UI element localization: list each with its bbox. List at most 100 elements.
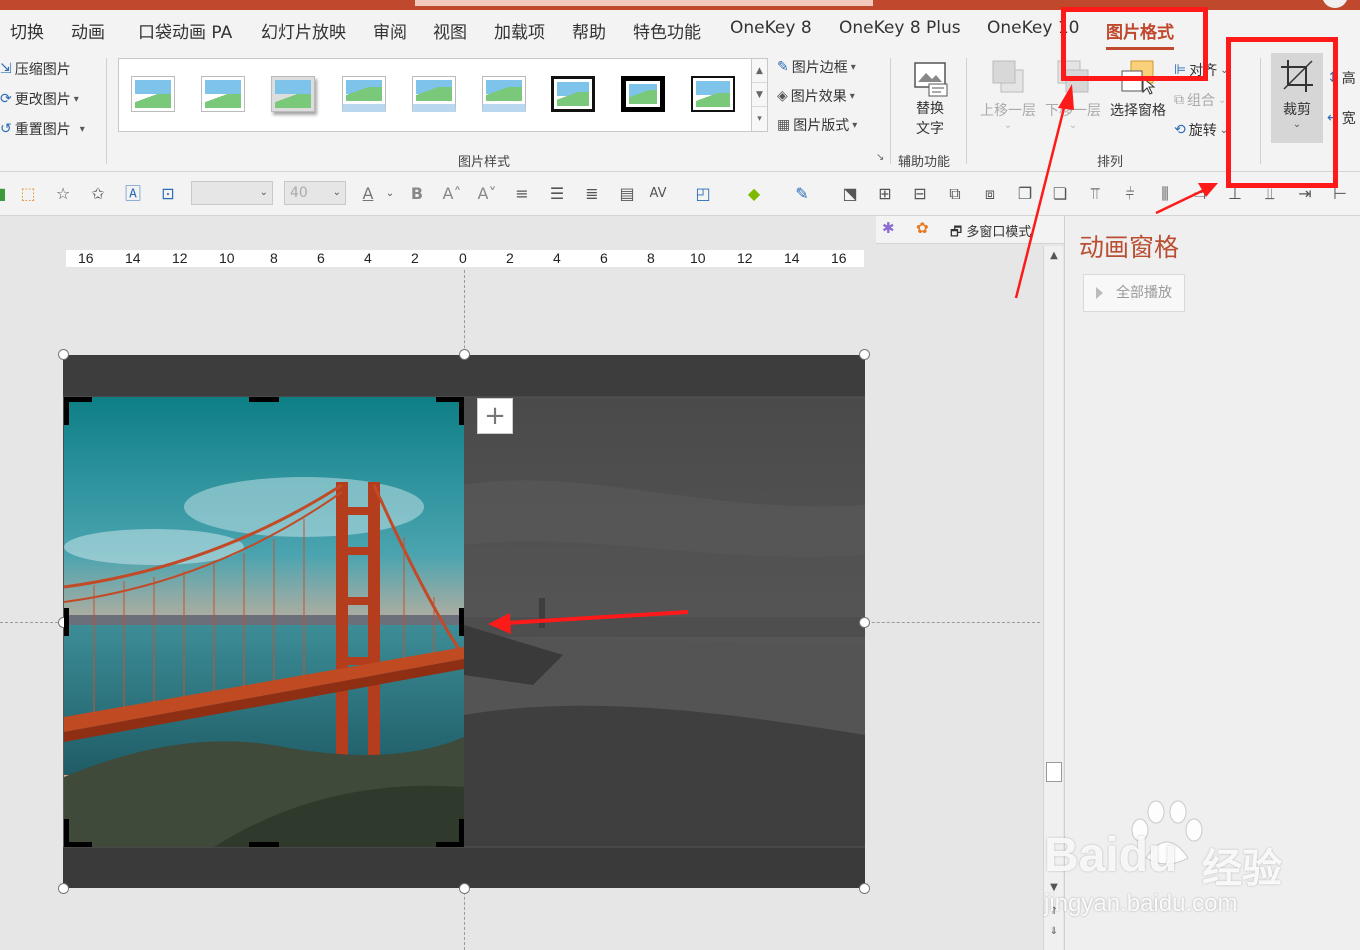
- style-thumb-3[interactable]: [269, 74, 317, 114]
- tab-features[interactable]: 特色功能: [633, 18, 701, 43]
- backward-icon[interactable]: ❏: [1050, 184, 1070, 204]
- crop-handle-bottom-right[interactable]: [459, 819, 464, 847]
- tab-view[interactable]: 视图: [433, 18, 467, 43]
- distribute-h-icon[interactable]: ⫼: [1155, 184, 1175, 204]
- bold-icon[interactable]: B: [407, 184, 427, 204]
- bring-front-icon[interactable]: ⧉: [945, 184, 965, 204]
- align-middle-icon[interactable]: ⫩: [1120, 184, 1140, 204]
- decrease-font-icon[interactable]: A˅: [477, 184, 497, 204]
- distribute-v-icon[interactable]: ⫫: [1260, 184, 1280, 204]
- rotate-button[interactable]: ⟲ 旋转 ⌄: [1174, 120, 1228, 140]
- resize-handle-bottom[interactable]: [459, 883, 470, 894]
- align-top-icon[interactable]: ⫪: [1085, 184, 1105, 204]
- font-color-icon[interactable]: A: [358, 184, 378, 204]
- picture-border-button[interactable]: ✎ 图片边框 ▾: [777, 57, 856, 77]
- alt-text-button[interactable]: 替换 文字: [905, 60, 955, 138]
- crop-handle-bottom-left[interactable]: [64, 819, 69, 847]
- add-layout-icon[interactable]: +: [477, 398, 513, 434]
- chevron-down-icon[interactable]: ⌄: [380, 184, 400, 204]
- star-icon[interactable]: ☆: [53, 184, 73, 204]
- picture-effects-button[interactable]: ◈ 图片效果 ▾: [777, 86, 855, 106]
- crop-handle-top-left[interactable]: [64, 397, 69, 425]
- align-center-icon[interactable]: ≡: [512, 184, 532, 204]
- reset-picture-button[interactable]: ↺ 重置图片 ▾: [0, 119, 85, 139]
- search-box[interactable]: [415, 0, 873, 6]
- justify-icon[interactable]: ☰: [547, 184, 567, 204]
- bring-forward-button[interactable]: 上移一层 ⌄: [976, 58, 1040, 131]
- picture-layout-button[interactable]: ▦ 图片版式 ▾: [777, 115, 857, 135]
- char-spacing-icon[interactable]: AV: [648, 184, 668, 204]
- textbox-fit-icon[interactable]: ⊡: [158, 184, 178, 204]
- resize-handle-top[interactable]: [459, 349, 470, 360]
- multi-window-button[interactable]: 🗗 多窗口模式: [950, 221, 1031, 245]
- tab-help[interactable]: 帮助: [572, 18, 606, 43]
- resize-handle-top-left[interactable]: [58, 349, 69, 360]
- crop-handle-top-right[interactable]: [459, 397, 464, 425]
- font-size-select[interactable]: 40 ⌄: [284, 181, 346, 205]
- resize-handle-bottom-right[interactable]: [859, 883, 870, 894]
- outline-color-icon[interactable]: ✎: [792, 184, 812, 204]
- align-left-icon[interactable]: ≣: [582, 184, 602, 204]
- select-shape-icon[interactable]: ⬚: [18, 184, 38, 204]
- style-thumb-6[interactable]: [480, 74, 528, 114]
- resize-handle-right[interactable]: [859, 617, 870, 628]
- tab-addins[interactable]: 加载项: [494, 18, 545, 43]
- tab-transitions[interactable]: 切换: [10, 18, 44, 43]
- style-thumb-9[interactable]: [689, 74, 737, 114]
- compress-pictures-button[interactable]: ⇲ 压缩图片: [0, 59, 71, 79]
- style-thumb-2[interactable]: [199, 74, 247, 114]
- dialog-launcher-icon[interactable]: ↘: [876, 152, 884, 163]
- crop-handle-top[interactable]: [249, 397, 279, 402]
- star-outline-icon[interactable]: ✩: [88, 184, 108, 204]
- crop-handle-left[interactable]: [64, 608, 69, 636]
- align-left-edge-icon[interactable]: ⊢: [1330, 184, 1350, 204]
- style-thumb-7[interactable]: [549, 74, 597, 114]
- animation-icon[interactable]: ✱: [882, 219, 895, 237]
- ungroup-icon[interactable]: ⊟: [910, 184, 930, 204]
- crop-shape-icon[interactable]: ⬔: [840, 184, 860, 204]
- scroll-down-icon[interactable]: ▼: [752, 83, 767, 107]
- scroll-up-icon[interactable]: ▲: [1044, 250, 1064, 261]
- tab-onekey-10[interactable]: OneKey 10: [987, 18, 1079, 38]
- crop-handle-right[interactable]: [459, 608, 464, 636]
- tab-onekey-8[interactable]: OneKey 8: [730, 18, 812, 38]
- group-objects-button[interactable]: ⧉ 组合 ⌄: [1174, 90, 1226, 110]
- tab-slideshow[interactable]: 幻灯片放映: [261, 18, 346, 43]
- scrollbar-thumb[interactable]: [1046, 762, 1062, 782]
- crop-handle-bottom[interactable]: [249, 842, 279, 847]
- group-shape-icon[interactable]: ⊞: [875, 184, 895, 204]
- distribute-icon[interactable]: ▤: [617, 184, 637, 204]
- align-bottom-icon[interactable]: ⊥: [1225, 184, 1245, 204]
- forward-icon[interactable]: ❐: [1015, 184, 1035, 204]
- send-back-icon[interactable]: ⧈: [980, 184, 1000, 204]
- scroll-up-icon[interactable]: ▲: [752, 59, 767, 83]
- textbox-icon[interactable]: 🄰: [123, 184, 143, 204]
- fill-color-icon[interactable]: ◆: [744, 184, 764, 204]
- style-thumb-8[interactable]: [619, 74, 667, 114]
- tab-review[interactable]: 审阅: [373, 18, 407, 43]
- crop-button[interactable]: 裁剪 ⌄: [1271, 53, 1323, 143]
- send-backward-button[interactable]: 下移一层 ⌄: [1041, 58, 1105, 131]
- increase-font-icon[interactable]: A˄: [442, 184, 462, 204]
- tab-onekey-8-plus[interactable]: OneKey 8 Plus: [839, 18, 961, 38]
- resize-handle-top-right[interactable]: [859, 349, 870, 360]
- match-size-icon[interactable]: ⇥: [1295, 184, 1315, 204]
- user-avatar[interactable]: [1322, 0, 1348, 8]
- shape-icon[interactable]: ▮: [0, 184, 12, 204]
- style-thumb-5[interactable]: [410, 74, 458, 114]
- tab-picture-format[interactable]: 图片格式: [1106, 18, 1174, 50]
- align-right-icon[interactable]: ⫤: [1190, 184, 1210, 204]
- change-picture-button[interactable]: ⟳ 更改图片 ▾: [0, 89, 79, 109]
- play-all-button[interactable]: 全部播放: [1083, 274, 1185, 312]
- style-thumb-4[interactable]: [340, 74, 388, 114]
- tab-animations[interactable]: 动画: [71, 18, 105, 43]
- selection-pane-button[interactable]: 选择窗格: [1106, 58, 1170, 120]
- font-family-select[interactable]: ⌄: [191, 181, 273, 205]
- shape-fill-icon[interactable]: ◰: [693, 184, 713, 204]
- height-field[interactable]: ↕ 高: [1327, 68, 1356, 88]
- width-field[interactable]: ↔ 宽: [1327, 108, 1356, 128]
- style-thumb-1[interactable]: [129, 74, 177, 114]
- settings-gear-icon[interactable]: ✿: [916, 219, 929, 237]
- tab-pocket-animation[interactable]: 口袋动画 PA: [138, 18, 232, 43]
- align-button[interactable]: ⊫ 对齐 ⌄: [1174, 60, 1229, 80]
